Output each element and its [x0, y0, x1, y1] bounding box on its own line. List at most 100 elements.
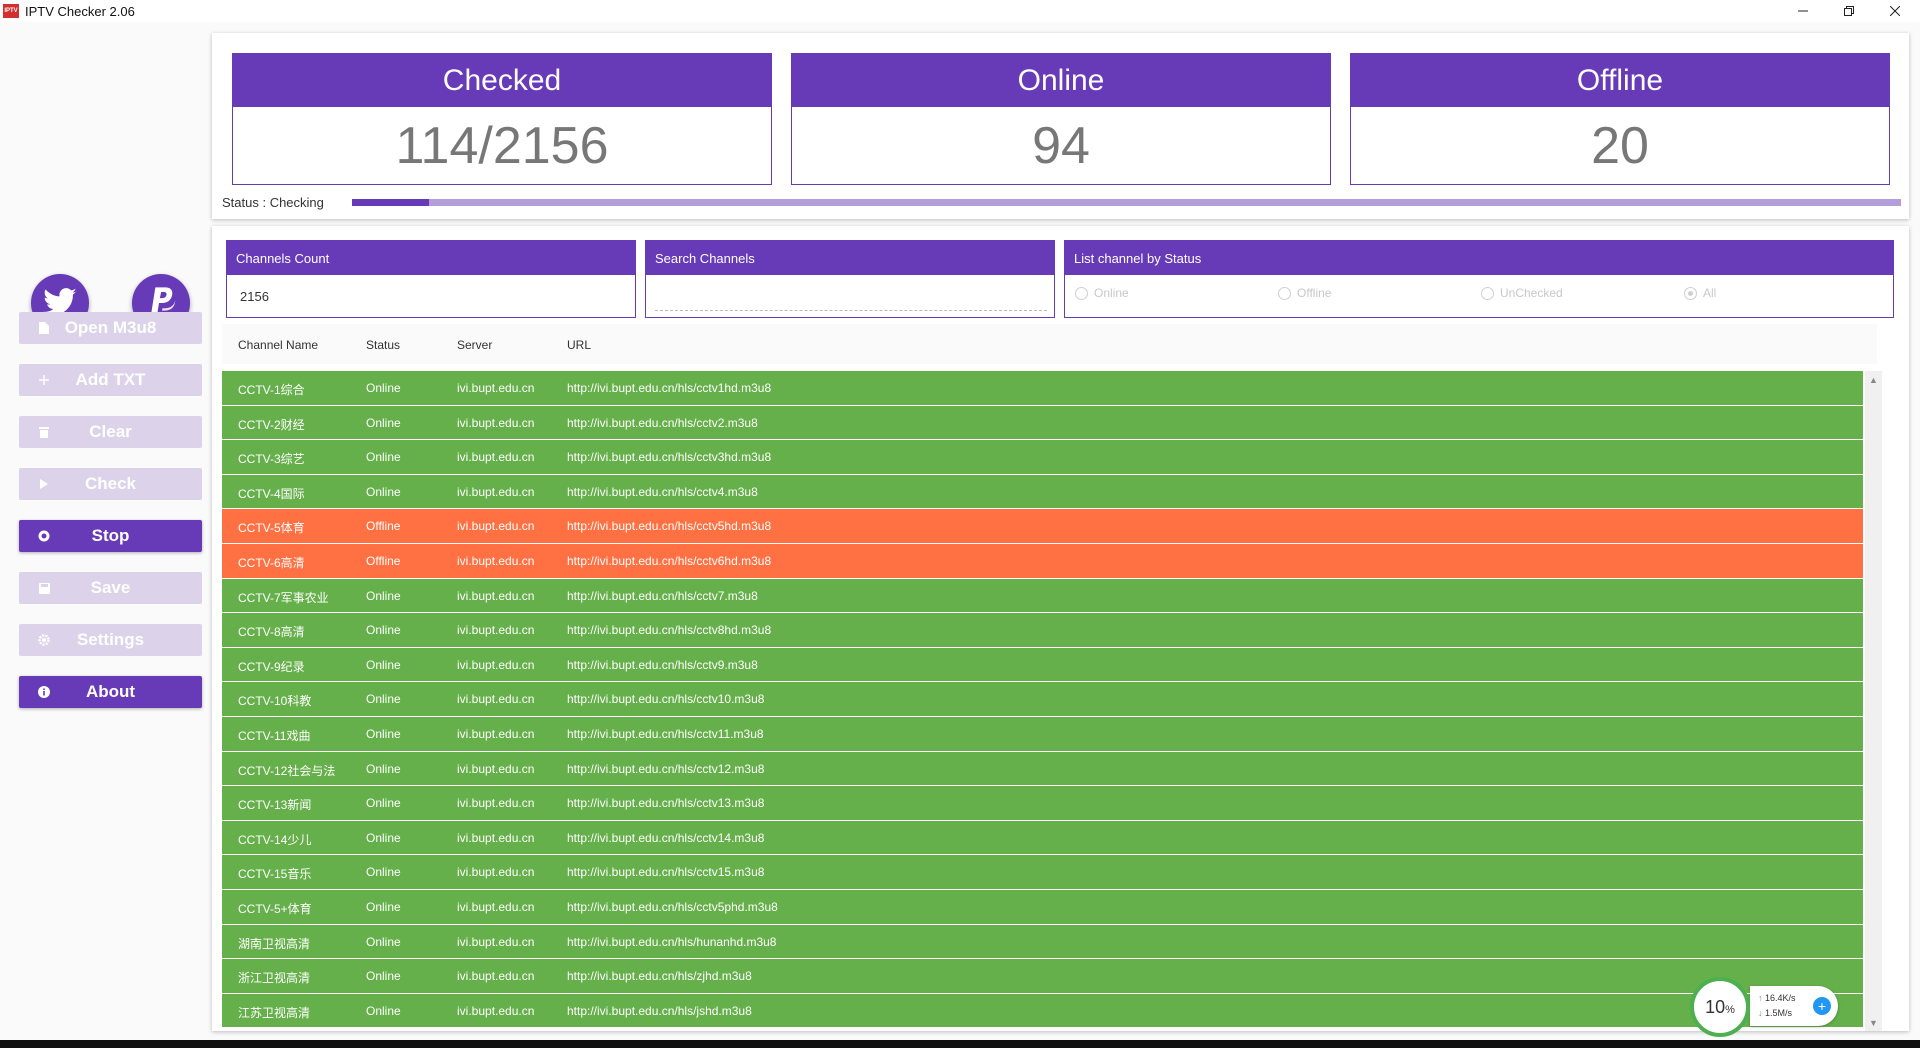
- table-header: Channel Name Status Server URL: [222, 324, 1877, 364]
- scroll-up-icon[interactable]: ▲: [1865, 371, 1882, 388]
- cell-server: ivi.bupt.edu.cn: [457, 657, 535, 672]
- cell-status: Online: [366, 657, 401, 672]
- cell-channel-name: CCTV-11戏曲: [238, 728, 311, 743]
- cell-status: Online: [366, 415, 401, 430]
- stats-panel: Checked 114/2156 Online 94 Offline 20 St…: [212, 33, 1909, 219]
- filter-all-radio[interactable]: All: [1684, 286, 1716, 300]
- cell-url: http://ivi.bupt.edu.cn/hls/cctv1hd.m3u8: [567, 381, 772, 395]
- scroll-down-icon[interactable]: ▼: [1865, 1014, 1882, 1031]
- column-header-server[interactable]: Server: [457, 338, 492, 352]
- cell-status: Online: [366, 1003, 401, 1018]
- cell-channel-name: 湖南卫视高清: [238, 936, 311, 951]
- table-row[interactable]: CCTV-4国际 Online ivi.bupt.edu.cn http://ivi.…: [222, 474, 1863, 510]
- checked-card: Checked 114/2156: [232, 53, 772, 185]
- save-button[interactable]: Save: [19, 572, 202, 604]
- settings-label: Settings: [76, 630, 145, 649]
- clear-button[interactable]: Clear: [19, 416, 202, 448]
- table-row[interactable]: CCTV-15音乐 Online ivi.bupt.edu.cn http://ivi…: [222, 855, 1863, 890]
- table-row[interactable]: CCTV-11戏曲 Online ivi.bupt.edu.cn http://ivi…: [222, 716, 1863, 752]
- add-txt-button[interactable]: Add TXT: [19, 364, 202, 396]
- online-label: Online: [792, 54, 1330, 107]
- cell-url: http://ivi.bupt.edu.cn/hls/cctv14.m3u8: [567, 830, 765, 845]
- search-input[interactable]: [655, 287, 1047, 311]
- cell-channel-name: CCTV-12社会与法: [238, 763, 336, 778]
- cell-status: Online: [366, 796, 401, 811]
- filter-all-label: All: [1703, 286, 1717, 300]
- download-speed-value: 1.5M/s: [1765, 1008, 1793, 1018]
- online-value: 94: [1032, 117, 1090, 175]
- about-button[interactable]: About: [19, 676, 202, 708]
- table-row[interactable]: CCTV-14少儿 Online ivi.bupt.edu.cn http://ivi…: [222, 820, 1863, 856]
- cell-url: http://ivi.bupt.edu.cn/hls/cctv5phd.m3u8: [567, 899, 778, 914]
- close-button[interactable]: [1872, 0, 1918, 22]
- upload-speed: ↑ 16.4K/s: [1758, 993, 1796, 1003]
- check-button[interactable]: Check: [19, 468, 202, 500]
- table-row[interactable]: CCTV-3综艺 Online ivi.bupt.edu.cn http://ivi.…: [222, 440, 1863, 475]
- cell-server: ivi.bupt.edu.cn: [457, 830, 535, 845]
- offline-card: Offline 20: [1350, 53, 1890, 185]
- settings-button[interactable]: Settings: [19, 624, 202, 656]
- network-speed-widget[interactable]: ↑ 16.4K/s ↓ 1.5M/s + 10%: [1690, 977, 1838, 1037]
- table-row[interactable]: CCTV-5体育 Offline ivi.bupt.edu.cn http://ivi…: [222, 509, 1863, 544]
- filter-offline-radio[interactable]: Offline: [1278, 286, 1331, 300]
- checked-value: 114/2156: [395, 117, 609, 175]
- minimize-icon: [1798, 10, 1808, 12]
- filter-online-label: Online: [1094, 286, 1129, 300]
- online-card: Online 94: [791, 53, 1331, 185]
- boost-plus-icon[interactable]: +: [1813, 997, 1831, 1015]
- trash-icon: [37, 425, 51, 439]
- cell-server: ivi.bupt.edu.cn: [457, 899, 535, 914]
- cell-server: ivi.bupt.edu.cn: [457, 450, 535, 465]
- table-row[interactable]: CCTV-8高清 Online ivi.bupt.edu.cn http://ivi.…: [222, 613, 1863, 648]
- table-row[interactable]: CCTV-12社会与法 Online ivi.bupt.edu.cn http://i…: [222, 751, 1863, 787]
- cell-server: ivi.bupt.edu.cn: [457, 1003, 535, 1018]
- table-row[interactable]: CCTV-10科教 Online ivi.bupt.edu.cn http://ivi…: [222, 682, 1863, 717]
- add-txt-label: Add TXT: [75, 370, 146, 389]
- restore-button[interactable]: [1826, 0, 1872, 22]
- status-filter-label: List channel by Status: [1065, 241, 1893, 275]
- open-m3u8-button[interactable]: Open M3u8: [19, 312, 202, 344]
- table-row[interactable]: CCTV-13新闻 Online ivi.bupt.edu.cn http://ivi…: [222, 786, 1863, 821]
- table-row[interactable]: CCTV-9纪录 Online ivi.bupt.edu.cn http://ivi.…: [222, 647, 1863, 683]
- cell-channel-name: CCTV-7军事农业: [238, 590, 329, 605]
- checked-label: Checked: [233, 54, 771, 107]
- cell-url: http://ivi.bupt.edu.cn/hls/hunanhd.m3u8: [567, 934, 777, 949]
- cell-status: Online: [366, 830, 401, 845]
- column-header-channel-name[interactable]: Channel Name: [238, 338, 318, 352]
- cell-status: Online: [366, 381, 401, 395]
- table-row[interactable]: CCTV-5+体育 Online ivi.bupt.edu.cn http://ivi…: [222, 889, 1863, 925]
- radio-circle-icon: [1481, 286, 1494, 300]
- window-title: IPTV Checker 2.06: [25, 3, 135, 19]
- table-row[interactable]: CCTV-7军事农业 Online ivi.bupt.edu.cn http://iv…: [222, 578, 1863, 614]
- filter-online-radio[interactable]: Online: [1075, 286, 1129, 300]
- table-row[interactable]: CCTV-6高清 Offline ivi.bupt.edu.cn http://ivi…: [222, 543, 1863, 579]
- cell-channel-name: CCTV-13新闻: [238, 798, 312, 813]
- usage-percent: 10: [1705, 996, 1726, 1017]
- cell-server: ivi.bupt.edu.cn: [457, 381, 535, 395]
- cell-channel-name: CCTV-5体育: [238, 521, 305, 536]
- radio-circle-icon: [1278, 286, 1291, 300]
- cell-url: http://ivi.bupt.edu.cn/hls/cctv8hd.m3u8: [567, 623, 772, 638]
- cell-server: ivi.bupt.edu.cn: [457, 934, 535, 949]
- stop-button[interactable]: Stop: [19, 520, 202, 552]
- cell-channel-name: CCTV-14少儿: [238, 832, 312, 847]
- cell-url: http://ivi.bupt.edu.cn/hls/cctv6hd.m3u8: [567, 553, 772, 568]
- progress-fill: [352, 199, 430, 206]
- table-body: CCTV-1综合 Online ivi.bupt.edu.cn http://ivi.…: [222, 371, 1863, 1031]
- column-header-status[interactable]: Status: [366, 338, 400, 352]
- table-row[interactable]: 浙江卫视高清 Online ivi.bupt.edu.cn http://ivi.bu…: [222, 959, 1863, 994]
- filter-unchecked-radio[interactable]: UnChecked: [1481, 286, 1563, 300]
- column-header-url[interactable]: URL: [567, 338, 591, 352]
- table-row[interactable]: CCTV-1综合 Online ivi.bupt.edu.cn http://ivi.…: [222, 371, 1863, 406]
- cell-status: Online: [366, 969, 401, 984]
- cell-channel-name: CCTV-1综合: [238, 383, 305, 397]
- table-row[interactable]: 江苏卫视高清 Online ivi.bupt.edu.cn http://ivi.bu…: [222, 993, 1863, 1029]
- channels-count-box: Channels Count 2156: [226, 240, 636, 318]
- network-speed-panel: ↑ 16.4K/s ↓ 1.5M/s +: [1750, 986, 1838, 1026]
- cell-server: ivi.bupt.edu.cn: [457, 484, 535, 499]
- minimize-button[interactable]: [1780, 0, 1826, 22]
- table-row[interactable]: 湖南卫视高清 Online ivi.bupt.edu.cn http://ivi.bu…: [222, 924, 1863, 960]
- vertical-scrollbar[interactable]: ▲ ▼: [1865, 371, 1882, 1031]
- status-text: Status : Checking: [222, 195, 324, 210]
- table-row[interactable]: CCTV-2财经 Online ivi.bupt.edu.cn http://ivi.…: [222, 405, 1863, 441]
